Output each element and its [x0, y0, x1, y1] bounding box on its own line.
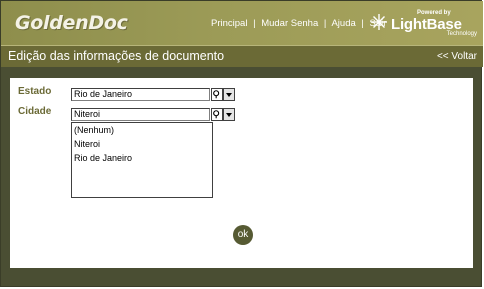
estado-label: Estado — [18, 86, 52, 97]
top-nav: Principal | Mudar Senha | Ajuda | Sair — [211, 18, 386, 29]
brand-logo: Powered by LightBase Technology — [369, 10, 477, 38]
nav-separator: | — [361, 18, 364, 29]
nav-separator: | — [323, 18, 327, 29]
estado-lookup-button[interactable] — [211, 88, 223, 101]
list-option[interactable]: (Nenhum) — [72, 123, 212, 137]
estado-dropdown-button[interactable] — [223, 88, 235, 101]
cidade-dropdown-button[interactable] — [223, 108, 235, 121]
header: GoldenDoc Principal | Mudar Senha | Ajud… — [1, 1, 483, 45]
page-title: Edição das informações de documento — [8, 49, 225, 63]
nav-principal[interactable]: Principal — [211, 18, 247, 29]
cidade-field[interactable]: Niteroi — [71, 108, 210, 121]
back-link[interactable]: << Voltar — [437, 51, 477, 62]
cidade-lookup-button[interactable] — [211, 108, 223, 121]
title-bar: Edição das informações de documento << V… — [1, 45, 483, 67]
sparkle-icon — [371, 14, 387, 30]
nav-ajuda[interactable]: Ajuda — [331, 18, 355, 29]
list-option[interactable]: Niteroi — [72, 137, 212, 151]
list-option[interactable]: Rio de Janeiro — [72, 151, 212, 165]
lookup-icon — [213, 110, 220, 119]
lookup-icon — [213, 90, 220, 99]
estado-field[interactable]: Rio de Janeiro — [71, 88, 210, 101]
form-panel: Estado Rio de Janeiro Cidade Niteroi (Ne… — [10, 78, 473, 268]
nav-mudar-senha[interactable]: Mudar Senha — [261, 18, 318, 29]
ok-button[interactable]: ok — [233, 225, 253, 245]
logo: GoldenDoc — [15, 12, 128, 34]
app-frame: GoldenDoc Principal | Mudar Senha | Ajud… — [0, 0, 483, 287]
nav-separator: | — [253, 18, 256, 29]
cidade-label: Cidade — [18, 106, 52, 117]
brand-tagline: Technology — [446, 31, 477, 37]
cidade-options-list[interactable]: (Nenhum) Niteroi Rio de Janeiro — [71, 122, 213, 198]
